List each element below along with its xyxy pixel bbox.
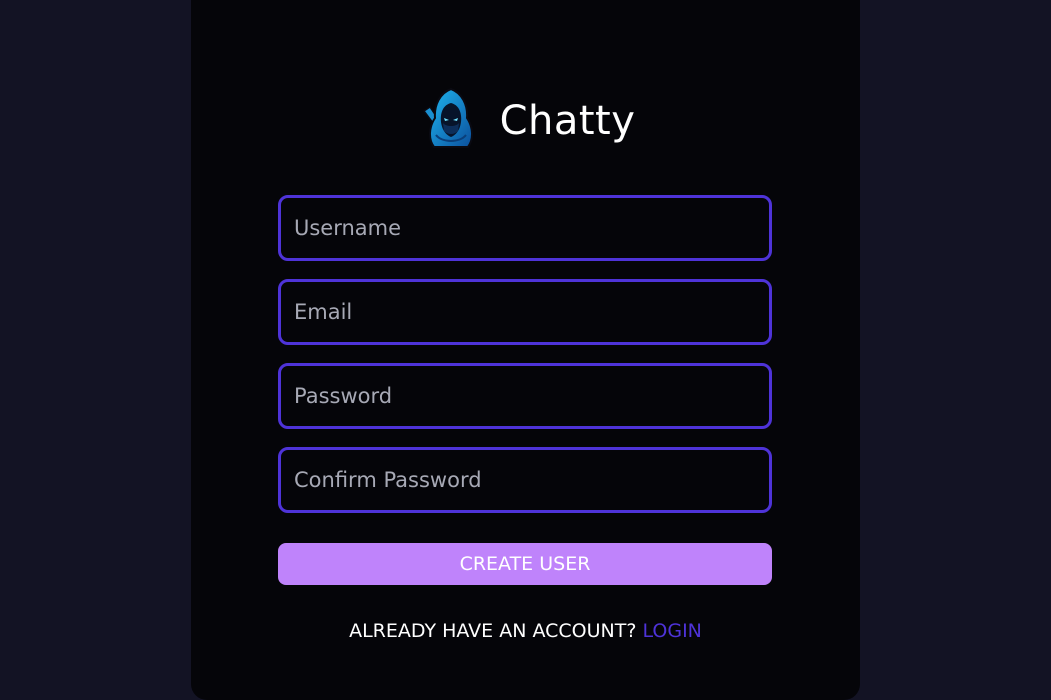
brand-name: Chatty	[499, 98, 636, 144]
brand: Chatty	[191, 85, 860, 155]
create-user-button[interactable]: CREATE USER	[278, 543, 772, 585]
hooded-ninja-icon	[422, 87, 473, 148]
login-prompt-text: ALREADY HAVE AN ACCOUNT?	[349, 620, 643, 642]
register-card: Chatty CREATE USER ALREADY HAVE AN ACCOU…	[191, 0, 860, 700]
login-link[interactable]: LOGIN	[642, 620, 701, 642]
password-input[interactable]	[278, 363, 772, 429]
username-input[interactable]	[278, 195, 772, 261]
confirm-password-input[interactable]	[278, 447, 772, 513]
email-input[interactable]	[278, 279, 772, 345]
login-prompt: ALREADY HAVE AN ACCOUNT? LOGIN	[191, 620, 860, 642]
